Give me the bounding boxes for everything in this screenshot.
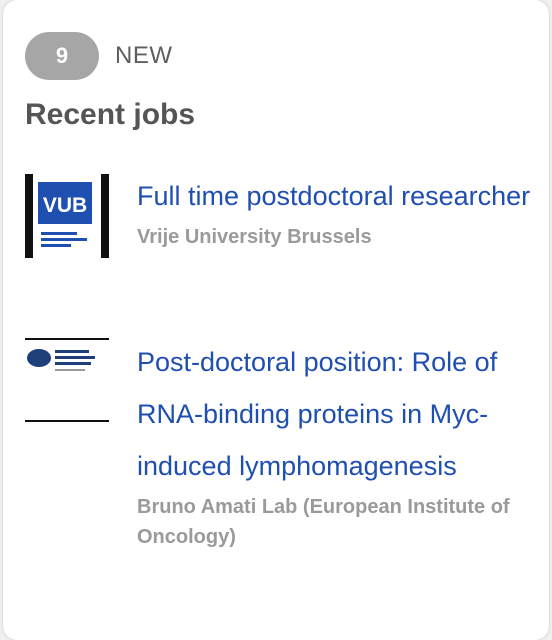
ieo-logo-image [25,338,109,422]
new-jobs-indicator: 9 NEW [25,32,173,80]
job-text: Full time postdoctoral researcher Vrije … [137,170,537,252]
section-title: Recent jobs [25,98,196,131]
job-title-link[interactable]: Post-doctoral position: Role of RNA-bind… [137,336,537,492]
recent-jobs-card: 9 NEW Recent jobs VUB Full time postdoct… [3,0,549,640]
vub-logo-text: VUB [43,194,87,217]
job-text: Post-doctoral position: Role of RNA-bind… [137,336,537,552]
vub-logo[interactable]: VUB [25,170,111,263]
job-company: Bruno Amati Lab (European Institute of O… [137,496,510,548]
job-company: Vrije University Brussels [137,226,372,248]
new-label: NEW [115,42,173,69]
ieo-logo[interactable] [25,336,111,433]
new-count-badge: 9 [25,32,99,80]
job-title-link[interactable]: Full time postdoctoral researcher [137,170,537,222]
vub-logo-image: VUB [25,174,109,258]
